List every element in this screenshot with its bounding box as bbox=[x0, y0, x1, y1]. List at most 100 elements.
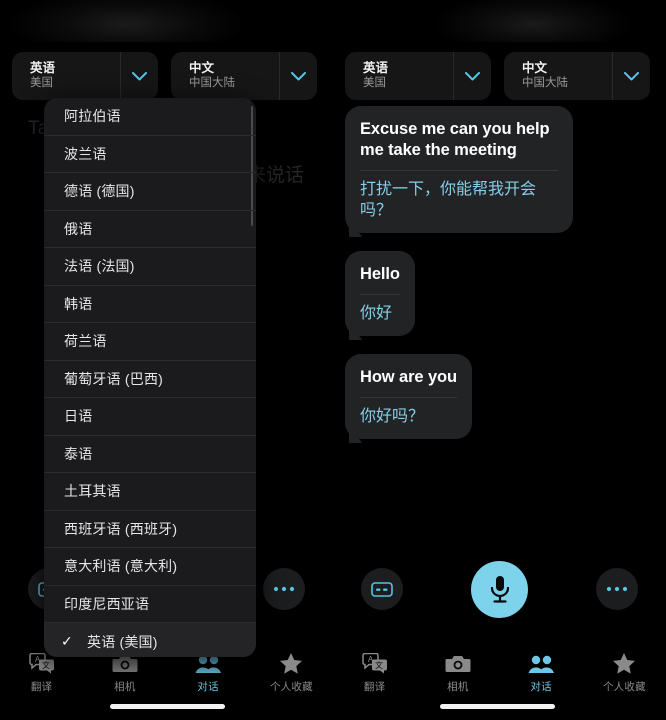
dropdown-item[interactable]: 荷兰语 bbox=[44, 323, 256, 361]
dropdown-item[interactable]: 印度尼西亚语 bbox=[44, 586, 256, 623]
home-indicator-right bbox=[440, 704, 555, 709]
tab-translate[interactable]: A 文 翻译 bbox=[333, 648, 416, 696]
conversation-people-icon bbox=[528, 655, 555, 673]
tab-conversation-label: 对话 bbox=[197, 681, 219, 693]
bubble-translation-text: 你好吗？ bbox=[360, 408, 425, 425]
closed-captions-icon bbox=[371, 581, 393, 597]
dropdown-item[interactable]: 西班牙语 (西班牙) bbox=[44, 511, 256, 548]
bubble-translation-text: 你好 bbox=[360, 305, 393, 322]
more-dots-icon bbox=[606, 586, 628, 592]
conversation-list: Excuse me can you help me take the meeti… bbox=[333, 106, 666, 457]
source-language-text: 英语 美国 bbox=[345, 61, 453, 91]
svg-text:文: 文 bbox=[42, 660, 50, 670]
svg-text:文: 文 bbox=[375, 660, 383, 670]
microphone-button[interactable] bbox=[471, 561, 528, 618]
source-language-chevron[interactable] bbox=[453, 52, 491, 100]
dropdown-item[interactable]: ✓ 英语 (美国) bbox=[44, 623, 256, 657]
target-language-name: 中文 bbox=[522, 61, 548, 75]
more-dots-icon bbox=[273, 586, 295, 592]
source-language-text: 英语 美国 bbox=[12, 61, 120, 91]
tab-conversation-label: 对话 bbox=[530, 681, 552, 693]
bubble-translation-text: 打扰一下，你能帮我开会吗？ bbox=[360, 181, 537, 219]
target-language-pill[interactable]: 中文 中国大陆 bbox=[171, 52, 317, 100]
top-glow-decoration bbox=[0, 0, 333, 42]
dropdown-item[interactable]: 泰语 bbox=[44, 436, 256, 473]
tab-camera-label: 相机 bbox=[114, 681, 136, 693]
bubble-divider bbox=[360, 170, 558, 171]
chevron-down-icon bbox=[291, 71, 306, 80]
dropdown-item[interactable]: 日语 bbox=[44, 398, 256, 436]
dropdown-item-label: 英语 (美国) bbox=[87, 633, 158, 650]
source-language-chevron[interactable] bbox=[120, 52, 158, 100]
source-language-pill[interactable]: 英语 美国 bbox=[12, 52, 158, 100]
target-language-text: 中文 中国大陆 bbox=[504, 61, 612, 91]
dropdown-item-label: 波兰语 bbox=[64, 145, 107, 162]
more-options-button[interactable] bbox=[263, 568, 305, 610]
bubble-divider bbox=[360, 294, 400, 295]
bubble-source-text: How are you bbox=[360, 368, 458, 386]
dropdown-item-label: 土耳其语 bbox=[64, 483, 121, 500]
star-icon bbox=[280, 653, 303, 674]
microphone-icon bbox=[490, 575, 509, 603]
top-glow-decoration-right bbox=[333, 0, 666, 42]
dropdown-item-label: 葡萄牙语 (巴西) bbox=[64, 370, 164, 387]
chevron-down-icon bbox=[132, 71, 147, 80]
dropdown-item[interactable]: 德语 (德国) bbox=[44, 173, 256, 211]
tab-favorites[interactable]: 个人收藏 bbox=[250, 648, 333, 696]
language-dropdown-menu[interactable]: 阿拉伯语波兰语德语 (德国) 俄语法语 (法国) 韩语 荷兰语葡萄牙语 (巴西) 日语泰… bbox=[44, 98, 256, 657]
source-language-region: 美国 bbox=[363, 77, 386, 89]
chevron-down-icon bbox=[624, 71, 639, 80]
chat-bubble[interactable]: Excuse me can you help me take the meeti… bbox=[345, 106, 573, 233]
target-language-text: 中文 中国大陆 bbox=[171, 61, 279, 91]
star-icon bbox=[613, 653, 636, 674]
camera-icon bbox=[445, 655, 471, 672]
dropdown-item[interactable]: 波兰语 bbox=[44, 136, 256, 173]
more-options-button[interactable] bbox=[596, 568, 638, 610]
dropdown-item[interactable]: 阿拉伯语 bbox=[44, 98, 256, 136]
tab-favorites[interactable]: 个人收藏 bbox=[583, 648, 666, 696]
tabbar-right: A 文 翻译 相机 对话 个人收藏 bbox=[333, 648, 666, 696]
target-language-region: 中国大陆 bbox=[189, 77, 235, 89]
dropdown-item[interactable]: 法语 (法国) bbox=[44, 248, 256, 286]
dropdown-item-label: 西班牙语 (西班牙) bbox=[64, 520, 178, 537]
tab-favorites-label: 个人收藏 bbox=[602, 681, 646, 693]
right-panel: 英语 美国 中文 中国大陆 Excuse me can you help me … bbox=[333, 0, 666, 720]
captions-button[interactable] bbox=[361, 568, 403, 610]
dropdown-item-label: 意大利语 (意大利) bbox=[64, 558, 178, 575]
dropdown-item-label: 法语 (法国) bbox=[64, 258, 135, 275]
star-icon-wrap bbox=[612, 652, 636, 675]
dropdown-item-label: 印度尼西亚语 bbox=[64, 595, 150, 612]
target-language-region: 中国大陆 bbox=[522, 77, 568, 89]
tab-camera-label: 相机 bbox=[447, 681, 469, 693]
dropdown-item-label: 德语 (德国) bbox=[64, 183, 135, 200]
translate-icon-wrap: A 文 bbox=[361, 652, 388, 675]
dropdown-item-label: 泰语 bbox=[64, 445, 93, 462]
dropdown-item-label: 阿拉伯语 bbox=[64, 108, 121, 125]
source-language-name: 英语 bbox=[30, 61, 56, 75]
chat-bubble[interactable]: How are you 你好吗？ bbox=[345, 354, 473, 439]
tab-camera[interactable]: 相机 bbox=[416, 648, 499, 696]
source-language-name: 英语 bbox=[363, 61, 389, 75]
chevron-down-icon bbox=[465, 71, 480, 80]
dropdown-item[interactable]: 俄语 bbox=[44, 211, 256, 248]
dropdown-item[interactable]: 韩语 bbox=[44, 286, 256, 323]
chat-bubble[interactable]: Hello 你好 bbox=[345, 251, 415, 336]
tab-translate-label: 翻译 bbox=[363, 681, 386, 693]
dropdown-item[interactable]: 土耳其语 bbox=[44, 473, 256, 511]
star-icon-wrap bbox=[279, 652, 303, 675]
target-language-chevron[interactable] bbox=[279, 52, 317, 100]
tab-translate-label: 翻译 bbox=[30, 681, 53, 693]
app-screen: 英语 美国 中文 中国大陆 Ta 来说话 A 文 翻译 相机 对话 个人收藏 英… bbox=[0, 0, 666, 720]
target-language-chevron[interactable] bbox=[612, 52, 650, 100]
dropdown-item[interactable]: 葡萄牙语 (巴西) bbox=[44, 361, 256, 398]
bubble-divider bbox=[360, 397, 458, 398]
dropdown-item[interactable]: 意大利语 (意大利) bbox=[44, 548, 256, 586]
source-language-pill[interactable]: 英语 美国 bbox=[345, 52, 491, 100]
tab-conversation[interactable]: 对话 bbox=[500, 648, 583, 696]
language-selector-row-right: 英语 美国 中文 中国大陆 bbox=[333, 52, 666, 100]
translate-icon: A 文 bbox=[361, 653, 387, 674]
bubble-source-text: Excuse me can you help me take the meeti… bbox=[360, 120, 550, 159]
dropdown-item-label: 俄语 bbox=[64, 220, 93, 237]
tab-favorites-label: 个人收藏 bbox=[269, 681, 313, 693]
target-language-pill[interactable]: 中文 中国大陆 bbox=[504, 52, 650, 100]
